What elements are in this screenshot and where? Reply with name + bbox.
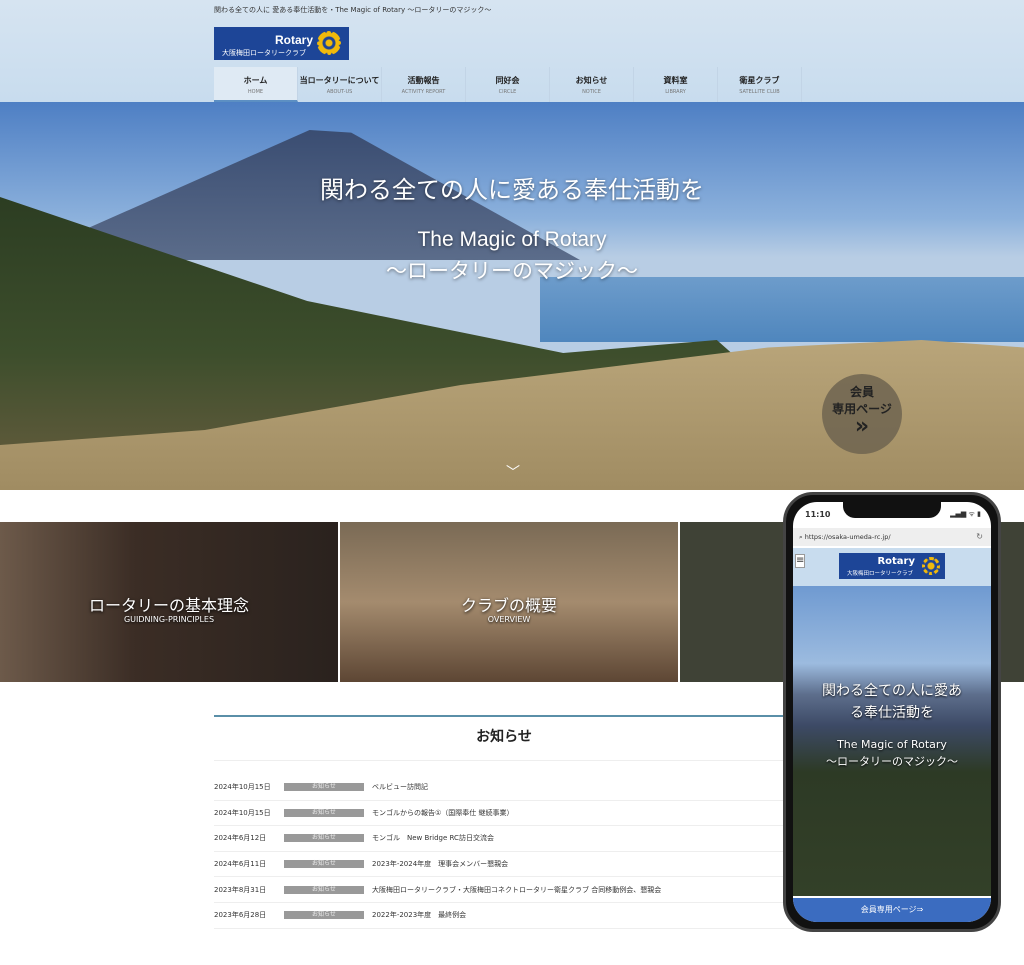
- notice-badge: お知らせ: [284, 860, 364, 869]
- card-subtitle: OVERVIEW: [487, 615, 531, 624]
- nav-sublabel: LIBRARY: [665, 89, 686, 95]
- notice-date: 2024年6月11日: [214, 860, 267, 869]
- main-nav: ホーム HOME 当ロータリーについて ABOUT-US 活動報告 ACTIVITY …: [214, 67, 802, 102]
- nav-label: ホーム: [243, 76, 268, 85]
- menu-icon[interactable]: ≡: [795, 554, 805, 568]
- notice-text[interactable]: モンゴルからの報告①（国際奉仕 継続事業）: [372, 808, 514, 818]
- logo-brand: Rotary: [877, 556, 915, 567]
- notice-item[interactable]: 2024年6月11日 お知らせ 2023年-2024年度 理事会メンバー懇親会: [214, 852, 794, 878]
- phone-screen: 11:10 ▂▄▆ ᯤ ▮ ⌕ https://osaka-umeda-rc.j…: [793, 502, 991, 922]
- card-title: クラブの概要: [460, 596, 557, 615]
- hero-sub1: The Magic of Rotary: [417, 228, 607, 251]
- logo[interactable]: Rotary 大阪梅田ロータリークラブ: [214, 27, 349, 60]
- url-text: https://osaka-umeda-rc.jp/: [804, 533, 891, 541]
- nav-circle[interactable]: 同好会 CIRCLE: [466, 67, 550, 102]
- member-page-button[interactable]: 会員 専用ページ»: [822, 374, 902, 454]
- notice-badge: お知らせ: [284, 911, 364, 920]
- notice-section: お知らせ 2024年10月15日 お知らせ ベルビュー訪問記 2024年10月15日お…: [214, 715, 794, 929]
- notice-badge: お知らせ: [284, 834, 364, 843]
- status-icons: ▂▄▆ ᯤ ▮: [950, 510, 981, 518]
- card-title: ロータリーの基本理念: [88, 596, 249, 615]
- notice-badge: お知らせ: [284, 808, 364, 817]
- notice-title: お知らせ: [476, 729, 532, 745]
- nav-sublabel: CIRCLE: [498, 89, 517, 95]
- notice-text[interactable]: モンゴル New Bridge RC訪日交流会: [372, 833, 494, 843]
- notice-date: 2024年10月15日: [214, 808, 271, 817]
- member-label: 会員: [849, 385, 874, 399]
- hero-subtitle: The Magic of Rotary ～ロータリーのマジック～: [0, 224, 1024, 288]
- url-bar[interactable]: ⌕ https://osaka-umeda-rc.jp/↻: [793, 528, 991, 546]
- nav-sublabel: HOME: [247, 89, 264, 95]
- notice-item[interactable]: 2023年8月31日 お知らせ 大阪梅田ロータリークラブ・大阪梅田コネクトロータリー…: [214, 877, 794, 903]
- reload-icon[interactable]: ↻: [976, 532, 983, 541]
- logo-club: 大阪梅田ロータリークラブ: [847, 571, 914, 577]
- tagline: 関わる全ての人に 愛ある奉仕活動を・The Magic of Rotary ～ロ…: [214, 6, 492, 14]
- notice-text[interactable]: 2022年-2023年度 最終例会: [372, 910, 466, 920]
- phone-hero-title: 関わる全ての人に愛あ る奉仕活動を: [793, 680, 991, 724]
- nav-satellite[interactable]: 衛星クラブ SATELLITE CLUB: [718, 67, 802, 102]
- phone-hero: 関わる全ての人に愛あ る奉仕活動を The Magic of Rotary ～ロータ…: [793, 586, 991, 896]
- title-line: 関わる全ての人に愛あ: [822, 683, 962, 699]
- notice-item[interactable]: 2024年6月12日 お知らせ モンゴル New Bridge RC訪日交流会: [214, 826, 794, 852]
- nav-sublabel: ABOUT-US: [326, 89, 353, 95]
- nav-label: お知らせ: [575, 76, 608, 85]
- notice-text[interactable]: ベルビュー訪問記: [372, 782, 428, 792]
- nav-label: 当ロータリーについて: [299, 76, 380, 85]
- nav-label: 資料室: [663, 76, 688, 85]
- double-chevron-right-icon: »: [854, 414, 870, 439]
- phone-time: 11:10: [805, 510, 831, 519]
- site-header: 関わる全ての人に 愛ある奉仕活動を・The Magic of Rotary ～ロ…: [0, 0, 1024, 102]
- chevron-down-icon[interactable]: ﹀: [506, 462, 520, 482]
- hero-banner: 関わる全ての人に愛ある奉仕活動を The Magic of Rotary ～ロータ…: [0, 102, 1024, 490]
- rotary-wheel-icon: [317, 31, 341, 55]
- notice-badge: お知らせ: [284, 885, 364, 894]
- logo-club: 大阪梅田ロータリークラブ: [222, 49, 306, 57]
- nav-library[interactable]: 資料室 LIBRARY: [634, 67, 718, 102]
- nav-label: 同好会: [495, 76, 520, 85]
- hero-sub2: ～ロータリーのマジック～: [386, 260, 638, 283]
- nav-home[interactable]: ホーム HOME: [214, 67, 298, 102]
- nav-sublabel: SATELLITE CLUB: [739, 89, 780, 95]
- nav-label: 衛星クラブ: [739, 76, 780, 85]
- phone-member-button[interactable]: 会員専用ページ⇒: [793, 898, 991, 922]
- notice-text[interactable]: 大阪梅田ロータリークラブ・大阪梅田コネクトロータリー衛星クラブ 合同移動例会、懇…: [372, 885, 661, 895]
- notice-date: 2024年6月12日: [214, 834, 267, 843]
- notice-item[interactable]: 2023年6月28日 お知らせ 2022年-2023年度 最終例会: [214, 903, 794, 929]
- phone-hero-sub: The Magic of Rotary ～ロータリーのマジック～: [793, 736, 991, 770]
- notice-date: 2023年6月28日: [214, 911, 267, 920]
- notice-badge: お知らせ: [284, 783, 364, 792]
- rotary-wheel-icon: [922, 557, 940, 575]
- nav-label: 活動報告: [407, 76, 440, 85]
- nav-sublabel: NOTICE: [582, 89, 601, 95]
- nav-sublabel: ACTIVITY REPORT: [401, 89, 446, 95]
- notice-date: 2024年10月15日: [214, 783, 271, 792]
- notice-item[interactable]: 2024年10月15日 お知らせ モンゴルからの報告①（国際奉仕 継続事業）: [214, 801, 794, 827]
- sub-line: ～ロータリーのマジック～: [826, 755, 958, 768]
- phone-logo[interactable]: Rotary 大阪梅田ロータリークラブ: [839, 553, 945, 579]
- card-overview[interactable]: クラブの概要 OVERVIEW: [340, 522, 680, 682]
- phone-notch: [843, 502, 941, 518]
- sub-line: The Magic of Rotary: [837, 738, 947, 751]
- title-line: る奉仕活動を: [850, 705, 934, 721]
- card-principles[interactable]: ロータリーの基本理念 GUIDNING-PRINCIPLES: [0, 522, 340, 682]
- hero-title: 関わる全ての人に愛ある奉仕活動を: [320, 176, 704, 204]
- phone-header: ≡ Rotary 大阪梅田ロータリークラブ: [793, 548, 991, 586]
- nav-activity[interactable]: 活動報告 ACTIVITY REPORT: [382, 67, 466, 102]
- logo-brand: Rotary: [274, 33, 313, 47]
- notice-item[interactable]: 2024年10月15日 お知らせ ベルビュー訪問記: [214, 775, 794, 801]
- nav-notice[interactable]: お知らせ NOTICE: [550, 67, 634, 102]
- phone-mockup: 11:10 ▂▄▆ ᯤ ▮ ⌕ https://osaka-umeda-rc.j…: [783, 492, 1001, 932]
- notice-date: 2023年8月31日: [214, 885, 267, 894]
- notice-text[interactable]: 2023年-2024年度 理事会メンバー懇親会: [372, 859, 508, 869]
- card-subtitle: GUIDNING-PRINCIPLES: [123, 615, 215, 624]
- nav-about[interactable]: 当ロータリーについて ABOUT-US: [298, 67, 382, 102]
